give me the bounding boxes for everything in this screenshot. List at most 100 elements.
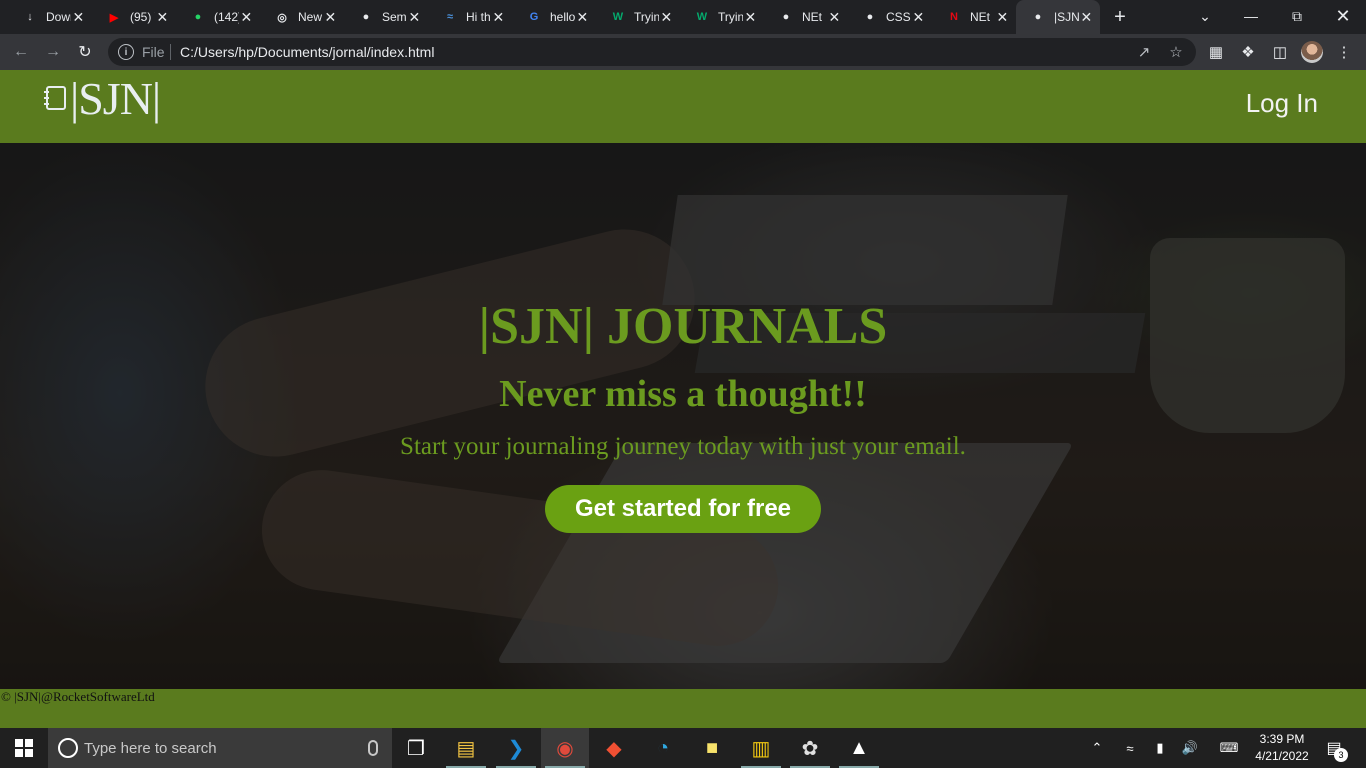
sticky-notes-icon: ■ [705,736,719,759]
profile-avatar[interactable] [1301,41,1323,63]
browser-tab[interactable]: ● NEt ✕ [764,0,848,34]
notification-badge: 3 [1334,748,1348,762]
keyboard-icon[interactable]: ⌨ [1217,738,1241,758]
edge-icon: ◔ [656,736,670,759]
tab-title: (95) YouTube [130,10,155,24]
taskbar-app[interactable]: ❐ [392,728,440,768]
microphone-icon[interactable] [368,740,378,756]
taskbar-app[interactable]: ▤ [442,728,490,768]
taskbar-app[interactable]: ▲ [835,728,883,768]
tinkercad-icon: ≈ [446,11,454,23]
minimize-button[interactable]: — [1228,0,1274,32]
google-icon: G [529,11,539,23]
close-tab-icon[interactable]: ✕ [995,9,1010,25]
get-started-button[interactable]: Get started for free [545,485,821,533]
tab-title: Semantic [382,10,407,24]
close-tab-icon[interactable]: ✕ [407,9,422,25]
tab-strip: ↓Downloads✕▶(95) YouTube✕●(142) WhatsApp… [0,0,1366,34]
tab-title: Trying [634,10,659,24]
reload-button[interactable]: ↻ [72,39,98,65]
close-tab-icon[interactable]: ✕ [239,9,254,25]
tab-title: Downloads [46,10,71,24]
tab-title: NEt [802,10,823,24]
bookmark-star-icon[interactable]: ☆ [1166,42,1186,62]
w3schools-icon: W [696,11,708,23]
site-navbar: |SJN| Log In [0,70,1366,143]
browser-tab[interactable]: ● |SJN|✕ [1016,0,1100,34]
browser-toolbar: ← → ↻ i File C:/Users/hp/Documents/jorna… [0,34,1366,70]
browser-tab[interactable]: W Trying✕ [680,0,764,34]
taskbar-app[interactable]: ❯ [492,728,540,768]
close-tab-icon[interactable]: ✕ [911,9,926,25]
clock-date: 4/21/2022 [1255,749,1309,763]
w3schools-icon: W [612,11,624,23]
browser-tab[interactable]: N NEt ✕ [932,0,1016,34]
copyright-text: © |SJN|@RocketSoftwareLtd [1,689,155,704]
forward-button[interactable]: → [40,39,66,65]
close-tab-icon[interactable]: ✕ [491,9,506,25]
address-bar[interactable]: i File C:/Users/hp/Documents/jornal/inde… [108,38,1196,66]
battery-icon[interactable]: ▮ [1150,738,1170,758]
start-button[interactable] [0,728,48,768]
youtube-icon: ▶ [109,11,119,24]
site-logo[interactable]: |SJN| [70,72,161,125]
side-panel-icon[interactable]: ◫ [1270,42,1290,62]
browser-tab[interactable]: ◎ New Tab✕ [260,0,344,34]
browser-tab[interactable]: ● Semantic✕ [344,0,428,34]
taskbar-app[interactable]: ◆ [590,728,638,768]
hero-subtitle: Never miss a thought!! [499,373,867,415]
url-text[interactable]: C:/Users/hp/Documents/jornal/index.html [180,44,434,60]
close-tab-icon[interactable]: ✕ [323,9,338,25]
task-view-icon: ❐ [407,737,425,760]
volume-icon[interactable]: 🔊 [1180,738,1200,758]
notification-center-icon[interactable]: ▤ 3 [1322,736,1348,762]
browser-tab[interactable]: ● CSS ✕ [848,0,932,34]
browser-tab[interactable]: ↓ Downloads✕ [8,0,92,34]
taskbar-app[interactable]: ■ [688,728,736,768]
close-tab-icon[interactable]: ✕ [827,9,842,25]
extensions-puzzle-icon[interactable]: ❖ [1238,42,1258,62]
browser-tab[interactable]: W Trying✕ [596,0,680,34]
tab-title: NEt [970,10,991,24]
share-icon[interactable]: ↗ [1134,42,1154,62]
wifi-icon[interactable]: ≈ [1120,738,1140,758]
new-tab-button[interactable]: + [1108,5,1132,29]
close-tab-icon[interactable]: ✕ [71,9,86,25]
site-info-icon[interactable]: i [118,44,134,60]
globe-icon: ● [782,11,790,23]
restore-button[interactable]: ⧉ [1274,0,1320,32]
back-button[interactable]: ← [8,39,34,65]
tab-title: |SJN| [1054,10,1079,24]
login-link[interactable]: Log In [1246,88,1318,119]
browser-tab[interactable]: ● (142) WhatsApp✕ [176,0,260,34]
taskbar-app[interactable]: ▥ [737,728,785,768]
tab-search-chevron-icon[interactable]: ⌄ [1182,0,1228,32]
globe-icon: ● [362,11,370,23]
browser-tab[interactable]: ▶ (95) YouTube✕ [92,0,176,34]
close-tab-icon[interactable]: ✕ [155,9,170,25]
windows-logo-icon [15,739,33,757]
close-tab-icon[interactable]: ✕ [575,9,590,25]
hero-section: |SJN| JOURNALS Never miss a thought!! St… [0,143,1366,689]
vscode-icon: ❯ [507,737,525,760]
tab-title: New Tab [298,10,323,24]
taskbar-app[interactable]: ◉ [541,728,589,768]
hero-content: |SJN| JOURNALS Never miss a thought!! St… [0,143,1366,689]
close-tab-icon[interactable]: ✕ [659,9,674,25]
taskbar-app[interactable]: ◔ [639,728,687,768]
chrome-icon: ◉ [556,737,574,760]
browser-tab[interactable]: ≈ Hi there✕ [428,0,512,34]
close-tab-icon[interactable]: ✕ [1079,9,1094,25]
taskbar-search-box[interactable]: Type here to search [48,728,392,768]
close-tab-icon[interactable]: ✕ [743,9,758,25]
taskbar-clock[interactable]: 3:39 PM 4/21/2022 [1249,731,1315,765]
git-icon: ◆ [606,737,622,760]
close-window-button[interactable]: ✕ [1320,0,1366,32]
reading-list-icon[interactable]: ▦ [1206,42,1226,62]
cortana-icon [58,738,78,758]
more-menu-icon[interactable]: ⋮ [1334,42,1354,62]
paint-icon: ✿ [801,737,819,760]
show-hidden-icons-chevron-icon[interactable]: ⌃ [1087,738,1107,758]
taskbar-app[interactable]: ✿ [786,728,834,768]
browser-tab[interactable]: Ghello ✕ [512,0,596,34]
